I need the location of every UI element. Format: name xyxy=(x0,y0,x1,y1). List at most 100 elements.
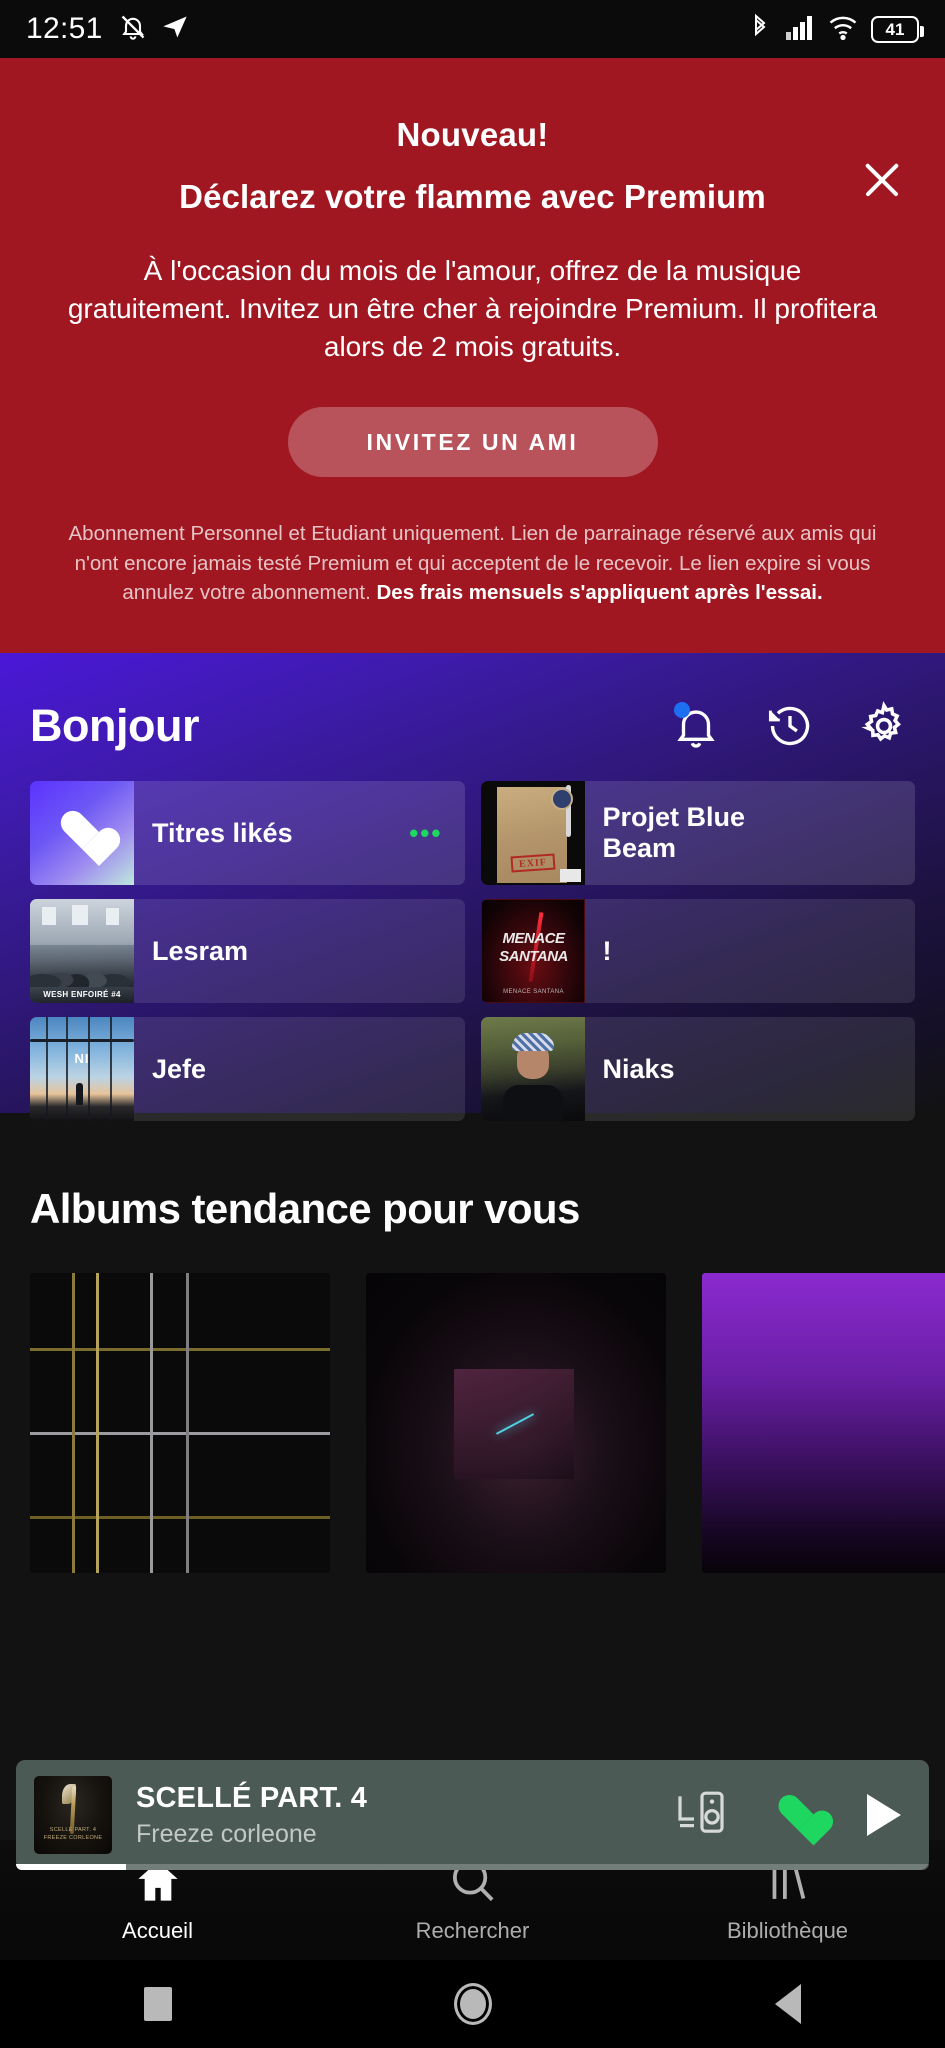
circle-icon xyxy=(453,1983,492,2025)
artwork-detail xyxy=(30,941,134,987)
artwork-detail xyxy=(46,1017,48,1121)
artwork-text: NI xyxy=(74,1051,90,1066)
artwork-detail xyxy=(88,1017,90,1121)
notification-badge xyxy=(674,702,690,718)
nav-label: Bibliothèque xyxy=(726,1918,849,1943)
album-artwork: EXIF xyxy=(480,781,585,885)
battery-icon: 41 xyxy=(871,15,924,43)
invite-friend-button[interactable]: INVITEZ UN AMI xyxy=(287,407,658,478)
artwork-text: MENACE xyxy=(502,930,565,947)
status-bar-left-icons xyxy=(119,13,189,46)
shortcut-label: Jefe xyxy=(134,1017,465,1121)
home-content: Bonjour Titres likés ••• EXIF Projet Blu… xyxy=(0,653,945,1121)
android-navigation-bar xyxy=(0,1960,945,2048)
battery-level-label: 41 xyxy=(885,19,905,39)
shortcut-exclamation[interactable]: MENACE SANTANA MENACE SANTANA ! xyxy=(480,899,916,1003)
artwork-detail xyxy=(528,912,543,982)
artwork-detail: EXIF xyxy=(509,853,556,873)
now-playing-artwork: SCELLÉ PART. 4 FREEZE CORLEONE xyxy=(34,1776,112,1854)
album-artwork: MENACE SANTANA MENACE SANTANA xyxy=(480,899,585,1003)
status-bar: 12:51 41 xyxy=(0,0,945,58)
album-artwork: WESH ENFOIRÉ #4 xyxy=(30,899,134,1003)
album-artwork xyxy=(30,1273,330,1573)
artwork-text: SCELLÉ PART. 4 FREEZE CORLEONE xyxy=(43,1826,103,1841)
album-card[interactable] xyxy=(366,1273,666,1573)
now-playing-meta: SCELLÉ PART. 4 Freeze corleone xyxy=(112,1782,677,1849)
recently-played-clock-icon[interactable] xyxy=(765,701,815,751)
heart-shape xyxy=(59,812,105,854)
shortcut-title: Lesram xyxy=(152,935,249,966)
playing-indicator-dots: ••• xyxy=(409,817,443,848)
liked-songs-heart-icon xyxy=(30,781,134,885)
shortcut-title: Jefe xyxy=(152,1053,207,1084)
album-artwork xyxy=(480,1017,585,1121)
settings-gear-icon[interactable] xyxy=(859,701,909,751)
artwork-detail xyxy=(106,908,119,925)
nav-label: Accueil xyxy=(122,1918,193,1943)
shortcut-title: Titres likés xyxy=(152,817,293,848)
album-artwork xyxy=(702,1273,945,1573)
shortcut-projet-blue-beam[interactable]: EXIF Projet Blue Beam xyxy=(480,781,916,885)
play-icon[interactable] xyxy=(867,1794,901,1836)
promo-body: À l'occasion du mois de l'amour, offrez … xyxy=(67,255,878,362)
app-screen: 12:51 41 Nouveau! Déclarez votre flamme … xyxy=(0,0,945,2048)
section-title-trending: Albums tendance pour vous xyxy=(30,1185,580,1232)
album-artwork: NI xyxy=(30,1017,134,1121)
artwork-detail xyxy=(72,905,88,925)
shortcut-grid: Titres likés ••• EXIF Projet Blue Beam W… xyxy=(30,781,915,1121)
recents-button[interactable] xyxy=(0,1987,315,2021)
heart-filled-icon[interactable] xyxy=(777,1796,819,1834)
shortcut-lesram[interactable]: WESH ENFOIRÉ #4 Lesram xyxy=(30,899,465,1003)
shortcut-title: Niaks xyxy=(602,1053,675,1084)
shortcut-label: Niaks xyxy=(585,1017,916,1121)
shortcut-titres-likes[interactable]: Titres likés ••• xyxy=(30,781,465,885)
shortcut-label: Projet Blue Beam xyxy=(585,781,916,885)
now-playing-progress-bar[interactable] xyxy=(16,1864,929,1870)
square-icon xyxy=(143,1987,172,2021)
promo-eyebrow: Nouveau! xyxy=(396,116,549,153)
shortcut-niaks[interactable]: Niaks xyxy=(480,1017,916,1121)
artwork-detail xyxy=(30,1039,134,1042)
notifications-bell-icon[interactable] xyxy=(671,701,721,751)
shortcut-title: Projet Blue Beam xyxy=(602,802,746,863)
artwork-detail xyxy=(110,1017,112,1121)
now-playing-artist: Freeze corleone xyxy=(136,1819,317,1848)
status-bar-right-icons: 41 xyxy=(748,13,924,46)
artwork-detail xyxy=(66,1017,68,1121)
bell-muted-icon xyxy=(119,13,147,46)
artwork-detail xyxy=(76,1083,83,1105)
triangle-left-icon xyxy=(774,1984,801,2024)
cellular-signal-icon xyxy=(785,14,815,45)
parental-advisory-mark xyxy=(559,869,581,882)
now-playing-track-title: SCELLÉ PART. 4 xyxy=(136,1781,368,1814)
album-artwork xyxy=(366,1273,666,1573)
artwork-detail xyxy=(550,788,573,810)
trending-albums-carousel[interactable] xyxy=(0,1233,945,1573)
close-icon[interactable] xyxy=(857,154,907,204)
wifi-icon xyxy=(828,14,858,45)
album-card[interactable] xyxy=(702,1273,945,1573)
home-button[interactable] xyxy=(315,1983,630,2025)
shortcut-jefe[interactable]: NI Jefe xyxy=(30,1017,465,1121)
shortcut-label: Titres likés ••• xyxy=(134,781,465,885)
artwork-text: MENACE SANTANA xyxy=(503,989,564,995)
now-playing-bar[interactable]: SCELLÉ PART. 4 FREEZE CORLEONE SCELLÉ PAR… xyxy=(16,1760,929,1870)
connect-to-device-icon[interactable] xyxy=(677,1790,729,1841)
bluetooth-icon xyxy=(748,13,772,46)
artwork-detail xyxy=(511,1033,554,1051)
header-actions xyxy=(671,701,915,751)
artwork-text: SANTANA xyxy=(499,948,568,965)
promo-legal-text: Abonnement Personnel et Etudiant uniquem… xyxy=(42,519,903,606)
shortcut-title: ! xyxy=(602,935,612,966)
album-card[interactable] xyxy=(30,1273,330,1573)
progress-fill xyxy=(16,1864,126,1870)
artwork-detail xyxy=(42,907,56,925)
home-scroll-area[interactable]: Bonjour Titres likés ••• EXIF Projet Blu… xyxy=(0,653,945,1893)
now-playing-actions xyxy=(677,1790,911,1841)
back-button[interactable] xyxy=(630,1984,945,2024)
promo-title: Déclarez votre flamme avec Premium xyxy=(179,178,766,215)
shortcut-label: Lesram xyxy=(134,899,465,1003)
promo-legal-bold: Des frais mensuels s'appliquent après l'… xyxy=(376,580,823,604)
artwork-detail xyxy=(502,1085,563,1121)
shortcut-label: ! xyxy=(585,899,916,1003)
